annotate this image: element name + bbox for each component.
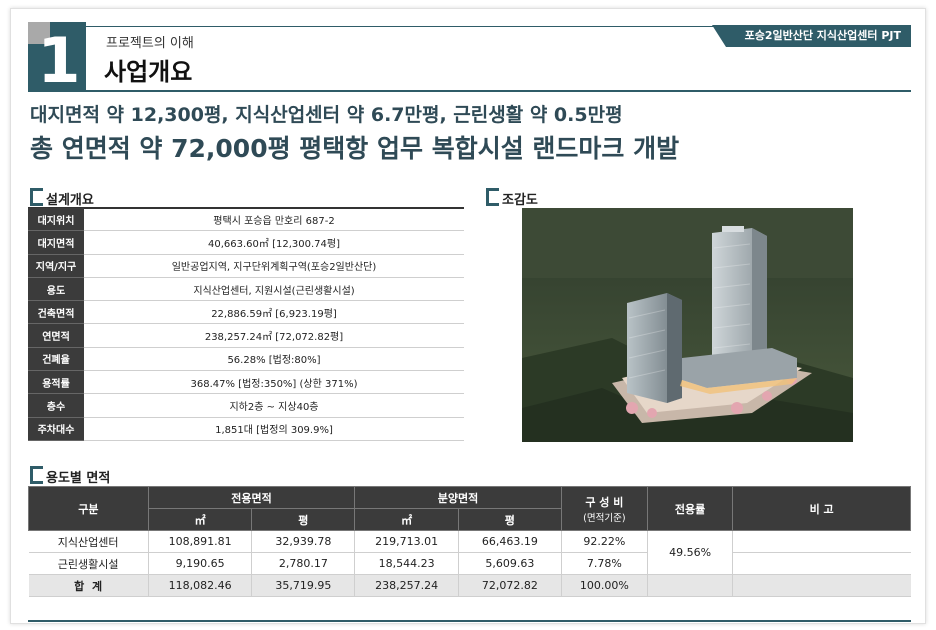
birdeye-section-label: 조감도 bbox=[502, 193, 538, 208]
header-bottom-rule bbox=[86, 90, 911, 92]
spec-key: 연면적 bbox=[28, 323, 84, 348]
row-name: 지식산업센터 bbox=[28, 530, 149, 553]
total-ratio: 100.00% bbox=[561, 574, 648, 597]
col-ratio-sub: (면적기준) bbox=[583, 512, 626, 524]
section-subtitle: 프로젝트의 이해 bbox=[106, 36, 194, 51]
headline-summary: 대지면적 약 12,300평, 지식산업센터 약 6.7만평, 근린생활 약 0… bbox=[30, 104, 623, 126]
row-sa-sqm: 219,713.01 bbox=[354, 530, 459, 553]
row-name: 근린생활시설 bbox=[28, 552, 149, 575]
spec-row: 연면적 238,257.24㎡ [72,072.82평] bbox=[28, 323, 464, 348]
spec-row: 층수 지하2층 ~ 지상40층 bbox=[28, 393, 464, 418]
spec-row: 용적률 368.47% [법정:350%] (상한 371%) bbox=[28, 370, 464, 395]
spec-value: 평택시 포승읍 만호리 687-2 bbox=[84, 208, 464, 232]
exclusive-rate-value: 49.56% bbox=[647, 530, 734, 575]
col-ratio-label: 구 성 비 bbox=[585, 495, 624, 509]
bracket-icon bbox=[486, 188, 499, 206]
total-note bbox=[732, 574, 911, 597]
col-ex-py: 평 bbox=[251, 508, 356, 531]
design-section-title: 설계개요 bbox=[30, 188, 94, 208]
col-exclusive-rate: 전용률 bbox=[646, 486, 734, 531]
row-ratio: 92.22% bbox=[561, 530, 648, 553]
spec-value: 22,886.59㎡ [6,923.19평] bbox=[84, 300, 464, 325]
col-sa-sqm: ㎡ bbox=[354, 508, 459, 531]
spec-key: 용도 bbox=[28, 277, 84, 302]
spec-key: 대지위치 bbox=[28, 208, 84, 232]
row-note bbox=[732, 530, 911, 553]
row-ex-py: 32,939.78 bbox=[251, 530, 356, 553]
design-section-label: 설계개요 bbox=[46, 193, 94, 208]
spec-row: 대지위치 평택시 포승읍 만호리 687-2 bbox=[28, 208, 464, 232]
row-note bbox=[732, 552, 911, 575]
col-exclusive: 전용면적 bbox=[147, 486, 356, 509]
spec-value: 238,257.24㎡ [72,072.82평] bbox=[84, 323, 464, 348]
spec-row: 주차대수 1,851대 [법정의 309.9%] bbox=[28, 417, 464, 441]
spec-key: 대지면적 bbox=[28, 230, 84, 255]
table-row: 근린생활시설 9,190.65 2,780.17 18,544.23 5,609… bbox=[28, 552, 911, 575]
total-row: 합 계 118,082.46 35,719.95 238,257.24 72,0… bbox=[28, 574, 911, 597]
spec-key: 지역/지구 bbox=[28, 254, 84, 278]
area-section-label: 용도별 면적 bbox=[46, 471, 111, 486]
spec-value: 368.47% [법정:350%] (상한 371%) bbox=[84, 370, 464, 395]
row-sa-py: 66,463.19 bbox=[458, 530, 562, 553]
col-ex-sqm: ㎡ bbox=[147, 508, 253, 531]
spec-row: 대지면적 40,663.60㎡ [12,300.74평] bbox=[28, 230, 464, 255]
spec-value: 1,851대 [법정의 309.9%] bbox=[84, 417, 464, 441]
spec-value: 지식산업센터, 지원시설(근린생활시설) bbox=[84, 277, 464, 302]
birdeye-rendering bbox=[522, 208, 853, 442]
bracket-icon bbox=[30, 188, 43, 206]
spec-value: 지하2층 ~ 지상40층 bbox=[84, 393, 464, 418]
total-name: 합 계 bbox=[28, 574, 149, 597]
spec-row: 건축면적 22,886.59㎡ [6,923.19평] bbox=[28, 300, 464, 325]
section-number-box: 1 bbox=[28, 22, 86, 96]
spec-value: 56.28% [법정:80%] bbox=[84, 347, 464, 372]
spec-key: 층수 bbox=[28, 393, 84, 418]
headline-main: 총 연면적 약 72,000평 평택항 업무 복합시설 랜드마크 개발 bbox=[30, 134, 680, 163]
spec-key: 건폐율 bbox=[28, 347, 84, 372]
page-bottom-rule bbox=[28, 620, 911, 622]
spec-row: 건폐율 56.28% [법정:80%] bbox=[28, 347, 464, 372]
row-ex-sqm: 9,190.65 bbox=[148, 552, 253, 575]
row-ex-sqm: 108,891.81 bbox=[148, 530, 253, 553]
design-spec-table: 대지위치 평택시 포승읍 만호리 687-2 대지면적 40,663.60㎡ [12,… bbox=[28, 208, 464, 441]
spec-key: 용적률 bbox=[28, 370, 84, 395]
row-ex-py: 2,780.17 bbox=[251, 552, 356, 575]
birdeye-illustration bbox=[522, 208, 853, 442]
spec-row: 지역/지구 일반공업지역, 지구단위계획구역(포승2일반산단) bbox=[28, 254, 464, 278]
row-sa-sqm: 18,544.23 bbox=[354, 552, 459, 575]
spec-key: 건축면적 bbox=[28, 300, 84, 325]
total-exclusive-rate bbox=[647, 574, 734, 597]
row-ratio: 7.78% bbox=[561, 552, 648, 575]
section-title: 사업개요 bbox=[104, 58, 193, 86]
col-note: 비 고 bbox=[732, 486, 911, 531]
spec-key: 주차대수 bbox=[28, 417, 84, 441]
total-sa-sqm: 238,257.24 bbox=[354, 574, 459, 597]
total-ex-sqm: 118,082.46 bbox=[148, 574, 253, 597]
project-tag: 포승2일반산단 지식산업센터 PJT bbox=[712, 25, 911, 47]
area-section-title: 용도별 면적 bbox=[30, 466, 110, 486]
row-sa-py: 5,609.63 bbox=[458, 552, 562, 575]
col-sale: 분양면적 bbox=[354, 486, 562, 509]
total-sa-py: 72,072.82 bbox=[458, 574, 562, 597]
col-ratio: 구 성 비 (면적기준) bbox=[560, 486, 648, 531]
area-table: 구분 전용면적 분양면적 구 성 비 (면적기준) 전용률 비 고 ㎡ 평 ㎡ … bbox=[28, 486, 911, 597]
table-row: 지식산업센터 108,891.81 32,939.78 219,713.01 6… bbox=[28, 530, 911, 575]
total-ex-py: 35,719.95 bbox=[251, 574, 356, 597]
section-number: 1 bbox=[37, 24, 81, 97]
col-category: 구분 bbox=[28, 486, 149, 531]
col-sa-py: 평 bbox=[457, 508, 562, 531]
bracket-icon bbox=[30, 466, 43, 484]
spec-value: 40,663.60㎡ [12,300.74평] bbox=[84, 230, 464, 255]
spec-row: 용도 지식산업센터, 지원시설(근린생활시설) bbox=[28, 277, 464, 302]
spec-value: 일반공업지역, 지구단위계획구역(포승2일반산단) bbox=[84, 254, 464, 278]
birdeye-section-title: 조감도 bbox=[486, 188, 538, 208]
